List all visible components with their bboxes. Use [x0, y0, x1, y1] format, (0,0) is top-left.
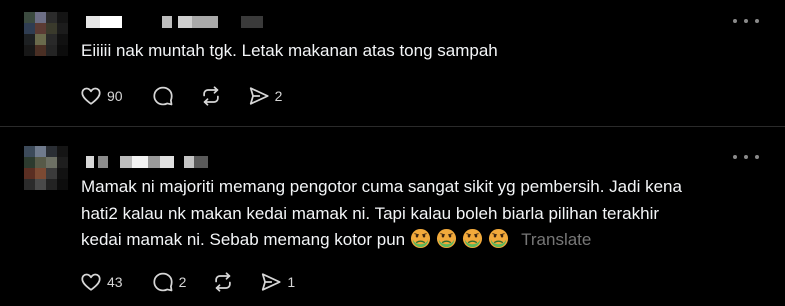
post-text: Eiiiii nak muntah tgk. Letak makanan ata… [81, 41, 498, 60]
post-text-line-3: kedai mamak ni. Sebab memang kotor pun [81, 230, 406, 249]
comment-bubble-icon [152, 86, 173, 106]
nauseated-face-icon [488, 228, 509, 249]
reply-button[interactable]: 2 [152, 271, 187, 293]
post-text: Mamak ni majoriti memang pengotor cuma s… [81, 174, 721, 254]
post-divider [0, 126, 785, 127]
nauseated-face-icon [462, 228, 483, 249]
share-button[interactable]: 2 [248, 85, 283, 107]
post-text-line-2: hati2 kalau nk makan kedai mamak ni. Tap… [81, 203, 660, 223]
post-text-line-1: Mamak ni majoriti memang pengotor cuma s… [81, 177, 682, 196]
action-bar: 90 2 [80, 82, 282, 110]
like-count: 43 [107, 274, 123, 290]
heart-icon [81, 87, 101, 105]
more-options-icon[interactable] [733, 14, 759, 28]
avatar[interactable] [24, 12, 68, 56]
reply-post-2: Mamak ni majoriti memang pengotor cuma s… [0, 128, 785, 306]
nauseated-face-icon [410, 228, 431, 249]
reply-count: 2 [178, 274, 187, 290]
repost-button[interactable] [200, 85, 222, 107]
nauseated-face-icon [436, 228, 457, 249]
avatar[interactable] [24, 146, 68, 190]
send-paper-plane-icon [249, 87, 269, 105]
like-count: 90 [107, 88, 123, 104]
reply-button[interactable] [152, 85, 174, 107]
like-button[interactable]: 43 [80, 271, 123, 293]
translate-link[interactable]: Translate [521, 230, 591, 249]
repost-arrows-icon [202, 86, 219, 106]
send-paper-plane-icon [262, 273, 281, 291]
repost-arrows-icon [215, 272, 232, 292]
share-count: 1 [287, 274, 296, 290]
username-redacted[interactable] [86, 16, 266, 30]
action-bar: 43 2 1 [80, 268, 295, 296]
share-button[interactable]: 1 [260, 271, 295, 293]
more-options-icon[interactable] [733, 150, 759, 164]
username-redacted[interactable] [86, 156, 226, 170]
comment-bubble-icon [152, 272, 173, 292]
heart-icon [81, 273, 101, 291]
share-count: 2 [274, 88, 283, 104]
like-button[interactable]: 90 [80, 85, 123, 107]
reply-post-1: Eiiiii nak muntah tgk. Letak makanan ata… [0, 0, 785, 126]
repost-button[interactable] [212, 271, 234, 293]
